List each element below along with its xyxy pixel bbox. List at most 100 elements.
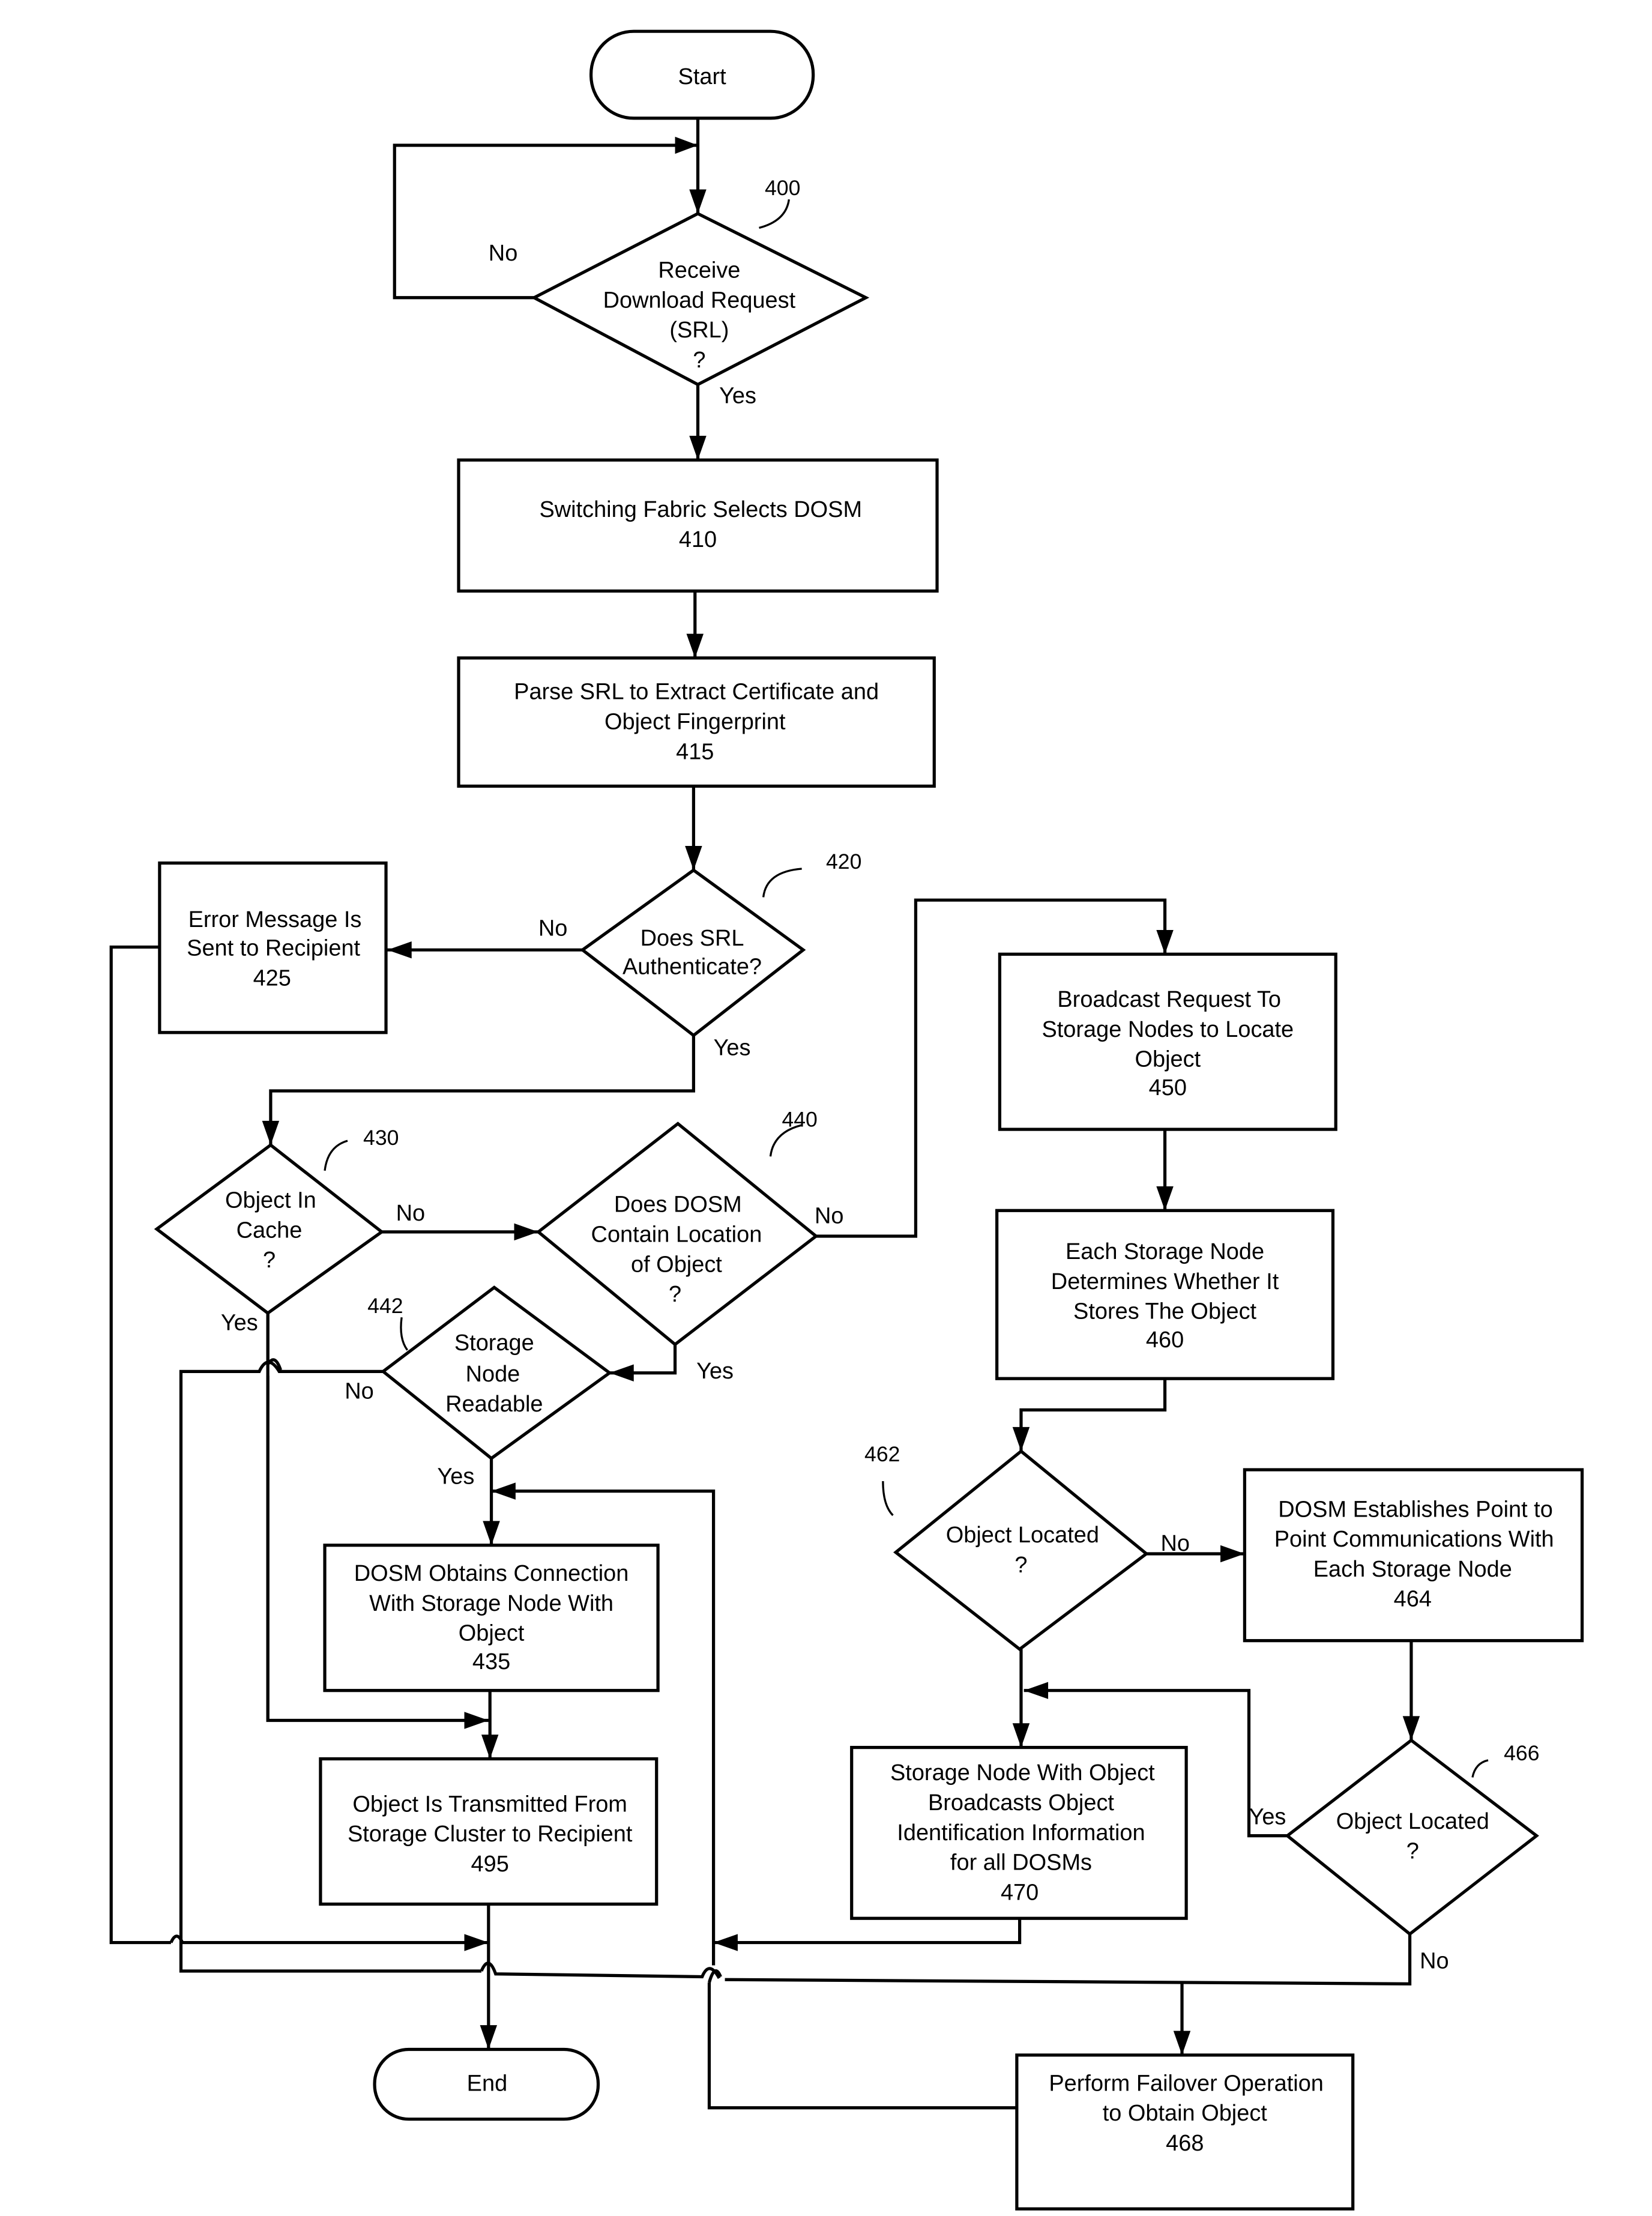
svg-text:Object In: Object In [225, 1188, 316, 1213]
svg-text:Object: Object [1135, 1047, 1201, 1072]
svg-text:Does SRL: Does SRL [641, 926, 744, 951]
svg-text:With Storage Node With: With Storage Node With [369, 1591, 613, 1616]
label-462-no: No [1160, 1531, 1189, 1556]
svg-text:?: ? [693, 348, 705, 373]
svg-text:Broadcast Request To: Broadcast Request To [1057, 987, 1281, 1012]
svg-text:Cache: Cache [237, 1218, 303, 1243]
svg-text:?: ? [263, 1248, 276, 1273]
arrow-head [689, 189, 707, 214]
label-400-no: No [489, 241, 518, 266]
svg-text:Object Fingerprint: Object Fingerprint [604, 710, 786, 735]
svg-text:410: 410 [679, 527, 717, 552]
svg-text:470: 470 [1001, 1880, 1039, 1905]
label-430-yes: Yes [221, 1311, 258, 1336]
node-410-process: Switching Fabric Selects DOSM 410 [457, 458, 939, 593]
svg-text:Stores The Object: Stores The Object [1073, 1299, 1257, 1324]
ref-440: 440 [782, 1107, 817, 1131]
svg-text:End: End [467, 2071, 508, 2096]
svg-text:Identification Information: Identification Information [897, 1820, 1145, 1846]
svg-text:Perform Failover Operation: Perform Failover Operation [1049, 2071, 1324, 2096]
node-460-process: Each Storage Node Determines Whether It … [995, 1209, 1335, 1380]
svg-text:(SRL): (SRL) [669, 318, 729, 343]
flowchart: Start Receive Download Request (SRL) ? 4… [109, 29, 1584, 2211]
svg-text:Start: Start [678, 64, 727, 89]
node-466-decision: Object Located ? 466 [1285, 1738, 1539, 1936]
svg-text:for all DOSMs: for all DOSMs [950, 1850, 1092, 1876]
svg-text:Determines Whether It: Determines Whether It [1051, 1269, 1279, 1294]
svg-text:Does DOSM: Does DOSM [614, 1192, 742, 1218]
svg-text:468: 468 [1166, 2131, 1204, 2156]
label-420-yes: Yes [714, 1036, 751, 1061]
label-442-yes: Yes [437, 1464, 474, 1490]
svg-text:?: ? [1014, 1553, 1027, 1578]
svg-text:Object Located: Object Located [1336, 1809, 1489, 1834]
svg-text:415: 415 [676, 739, 714, 764]
label-430-no: No [396, 1201, 426, 1226]
ref-462: 462 [864, 1442, 900, 1466]
ref-400: 400 [765, 176, 800, 200]
node-435-process: DOSM Obtains Connection With Storage Nod… [323, 1544, 660, 1692]
label-420-no: No [538, 916, 568, 941]
edge-425-to-end [109, 945, 171, 1945]
node-415-process: Parse SRL to Extract Certificate and Obj… [457, 656, 936, 788]
svg-text:DOSM Establishes Point to: DOSM Establishes Point to [1278, 1497, 1553, 1522]
svg-text:Each Storage Node: Each Storage Node [1313, 1557, 1512, 1582]
label-400-yes: Yes [719, 383, 756, 408]
svg-text:Storage Node With Object: Storage Node With Object [890, 1760, 1155, 1786]
label-466-yes: Yes [1249, 1805, 1286, 1830]
svg-text:?: ? [1406, 1839, 1419, 1864]
svg-text:Broadcasts Object: Broadcasts Object [928, 1790, 1114, 1816]
svg-text:Switching Fabric Selects DOSM: Switching Fabric Selects DOSM [539, 497, 862, 522]
node-470-process: Storage Node With Object Broadcasts Obje… [850, 1745, 1188, 1920]
node-462-decision: Object Located ? 462 [864, 1442, 1149, 1652]
svg-text:Storage Cluster to Recipient: Storage Cluster to Recipient [348, 1822, 633, 1847]
node-468-process: Perform Failover Operation to Obtain Obj… [1015, 2053, 1355, 2211]
label-466-no: No [1420, 1948, 1449, 1973]
svg-text:495: 495 [471, 1852, 509, 1877]
svg-text:DOSM Obtains Connection: DOSM Obtains Connection [354, 1561, 629, 1586]
svg-text:464: 464 [1394, 1587, 1432, 1612]
svg-text:Contain Location: Contain Location [591, 1222, 762, 1247]
ref-442: 442 [367, 1294, 403, 1318]
edge-440-yes [609, 1344, 677, 1375]
svg-text:460: 460 [1146, 1327, 1184, 1353]
svg-text:425: 425 [253, 965, 291, 991]
node-420-decision: Does SRL Authenticate? 420 [579, 850, 861, 1037]
svg-text:Object Located: Object Located [946, 1523, 1099, 1548]
label-440-no: No [815, 1204, 843, 1229]
ref-466: 466 [1504, 1741, 1539, 1765]
svg-text:450: 450 [1149, 1075, 1187, 1100]
edge-468-retry [707, 1982, 1017, 2110]
svg-text:Object Is Transmitted From: Object Is Transmitted From [352, 1792, 627, 1817]
svg-text:Error Message Is: Error Message Is [188, 907, 362, 932]
svg-text:Receive: Receive [658, 258, 740, 283]
svg-text:Object: Object [459, 1621, 525, 1646]
svg-text:Readable: Readable [445, 1392, 543, 1417]
ref-430: 430 [363, 1126, 399, 1150]
node-430-decision: Object In Cache ? 430 [154, 1126, 399, 1315]
svg-text:Each Storage Node: Each Storage Node [1066, 1239, 1264, 1264]
ref-420: 420 [826, 850, 861, 874]
svg-text:Storage: Storage [454, 1330, 534, 1356]
node-start: Start [589, 29, 815, 120]
svg-text:Node: Node [466, 1362, 520, 1387]
node-450-process: Broadcast Request To Storage Nodes to Lo… [998, 952, 1337, 1131]
svg-text:Storage Nodes to Locate: Storage Nodes to Locate [1042, 1017, 1294, 1042]
node-425-process: Error Message Is Sent to Recipient 425 [158, 861, 388, 1034]
svg-text:Download Request: Download Request [603, 288, 796, 313]
svg-text:of Object: of Object [631, 1252, 722, 1277]
svg-text:Sent to Recipient: Sent to Recipient [187, 936, 360, 961]
node-442-decision: Storage Node Readable 442 [367, 1285, 612, 1461]
svg-text:Parse SRL to Extract Certifica: Parse SRL to Extract Certificate and [514, 680, 879, 705]
svg-text:435: 435 [472, 1649, 510, 1674]
svg-text:Authenticate?: Authenticate? [623, 955, 762, 980]
node-495-process: Object Is Transmitted From Storage Clust… [319, 1757, 659, 1906]
svg-text:?: ? [669, 1282, 681, 1307]
edge-420-yes [269, 1035, 696, 1146]
label-440-yes: Yes [696, 1359, 734, 1384]
node-end: End [373, 2047, 600, 2121]
svg-text:Point Communications With: Point Communications With [1274, 1527, 1554, 1552]
label-442-no: No [345, 1378, 374, 1404]
node-464-process: DOSM Establishes Point to Point Communic… [1243, 1468, 1584, 1643]
svg-text:to Obtain Object: to Obtain Object [1103, 2101, 1268, 2126]
